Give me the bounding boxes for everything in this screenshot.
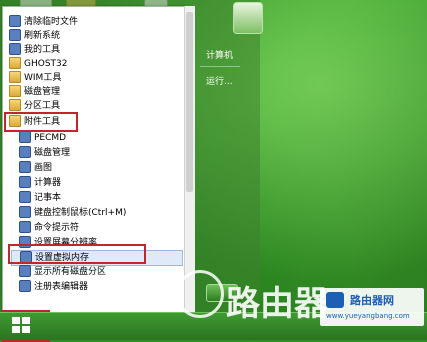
brand-name: 路由器网 [350, 294, 394, 307]
refresh-icon [9, 28, 21, 41]
paint-icon [19, 160, 31, 173]
highlight-virtual-memory [8, 244, 146, 264]
menu-item-label: 键盘控制鼠标(Ctrl+M) [34, 208, 127, 218]
regedit-icon [19, 279, 31, 292]
partition-icon [19, 264, 31, 277]
menu-item-ghost32[interactable]: GHOST32 [9, 56, 68, 71]
right-pane-divider [200, 66, 240, 67]
windows-logo-icon [12, 317, 30, 333]
menu-item-label: 画图 [34, 163, 53, 173]
menu-item-show-partitions[interactable]: 显示所有磁盘分区 [19, 264, 107, 279]
folder-icon [9, 56, 21, 69]
brand-url: www.yueyangbang.com [326, 312, 410, 320]
menu-item-label: 命令提示符 [34, 223, 80, 233]
menu-item-label: 刷新系统 [24, 31, 61, 41]
menu-item-label: 记事本 [34, 193, 62, 203]
notepad-icon [19, 190, 31, 203]
menu-item-label: 显示所有磁盘分区 [34, 267, 107, 277]
scrollbar-thumb[interactable] [186, 12, 193, 192]
menu-item-keyboard-mouse[interactable]: 键盘控制鼠标(Ctrl+M) [19, 205, 127, 220]
right-item-run[interactable]: 运行... [206, 74, 233, 87]
menu-item-label: 注册表编辑器 [34, 282, 89, 292]
menu-item-label: 我的工具 [24, 45, 61, 55]
watermark-logo-icon [176, 270, 224, 318]
brand-logo-icon [326, 292, 344, 308]
menu-item-pecmd[interactable]: PECMD [19, 130, 67, 145]
program-list: 清除临时文件 刷新系统 我的工具 GHOST32 WIM工具 磁盘管理 分区工具… [2, 6, 186, 314]
menu-item-label: WIM工具 [24, 73, 62, 83]
disk-icon [19, 145, 31, 158]
menu-item-notepad[interactable]: 记事本 [19, 190, 62, 205]
menu-item-label: GHOST32 [24, 59, 68, 69]
clean-icon [9, 14, 21, 27]
watermark-brand: 路由器网 www.yueyangbang.com [320, 288, 424, 326]
menu-item-refresh-system[interactable]: 刷新系统 [9, 28, 61, 43]
start-button[interactable] [0, 312, 46, 339]
menu-item-label: 计算器 [34, 178, 62, 188]
folder-icon [9, 84, 21, 97]
menu-item-disk-management[interactable]: 磁盘管理 [19, 145, 71, 160]
program-list-scrollbar[interactable] [184, 6, 195, 312]
pecmd-icon [19, 130, 31, 143]
menu-item-label: 磁盘管理 [34, 148, 71, 158]
menu-item-regedit[interactable]: 注册表编辑器 [19, 279, 89, 294]
tools-icon [9, 42, 21, 55]
highlight-accessories [4, 112, 78, 132]
menu-item-label: 清除临时文件 [24, 17, 79, 27]
menu-item-clean-temp[interactable]: 清除临时文件 [9, 14, 79, 29]
folder-icon [9, 98, 21, 111]
menu-item-label: PECMD [34, 133, 67, 143]
menu-item-calculator[interactable]: 计算器 [19, 175, 62, 190]
keyboard-icon [19, 205, 31, 218]
menu-item-paint[interactable]: 画图 [19, 160, 53, 175]
menu-item-partition-tools[interactable]: 分区工具 [9, 98, 61, 113]
menu-item-label: 分区工具 [24, 101, 61, 111]
menu-item-command-prompt[interactable]: 命令提示符 [19, 220, 80, 235]
user-picture-icon[interactable] [233, 2, 263, 34]
menu-item-wim-tools[interactable]: WIM工具 [9, 70, 62, 85]
menu-item-label: 磁盘管理 [24, 87, 61, 97]
folder-icon [9, 70, 21, 83]
menu-item-my-tools[interactable]: 我的工具 [9, 42, 61, 57]
right-item-computer[interactable]: 计算机 [206, 48, 233, 61]
calculator-icon [19, 175, 31, 188]
watermark-text: 路由器 [226, 284, 328, 324]
menu-item-disk-management-folder[interactable]: 磁盘管理 [9, 84, 61, 99]
cmd-icon [19, 220, 31, 233]
